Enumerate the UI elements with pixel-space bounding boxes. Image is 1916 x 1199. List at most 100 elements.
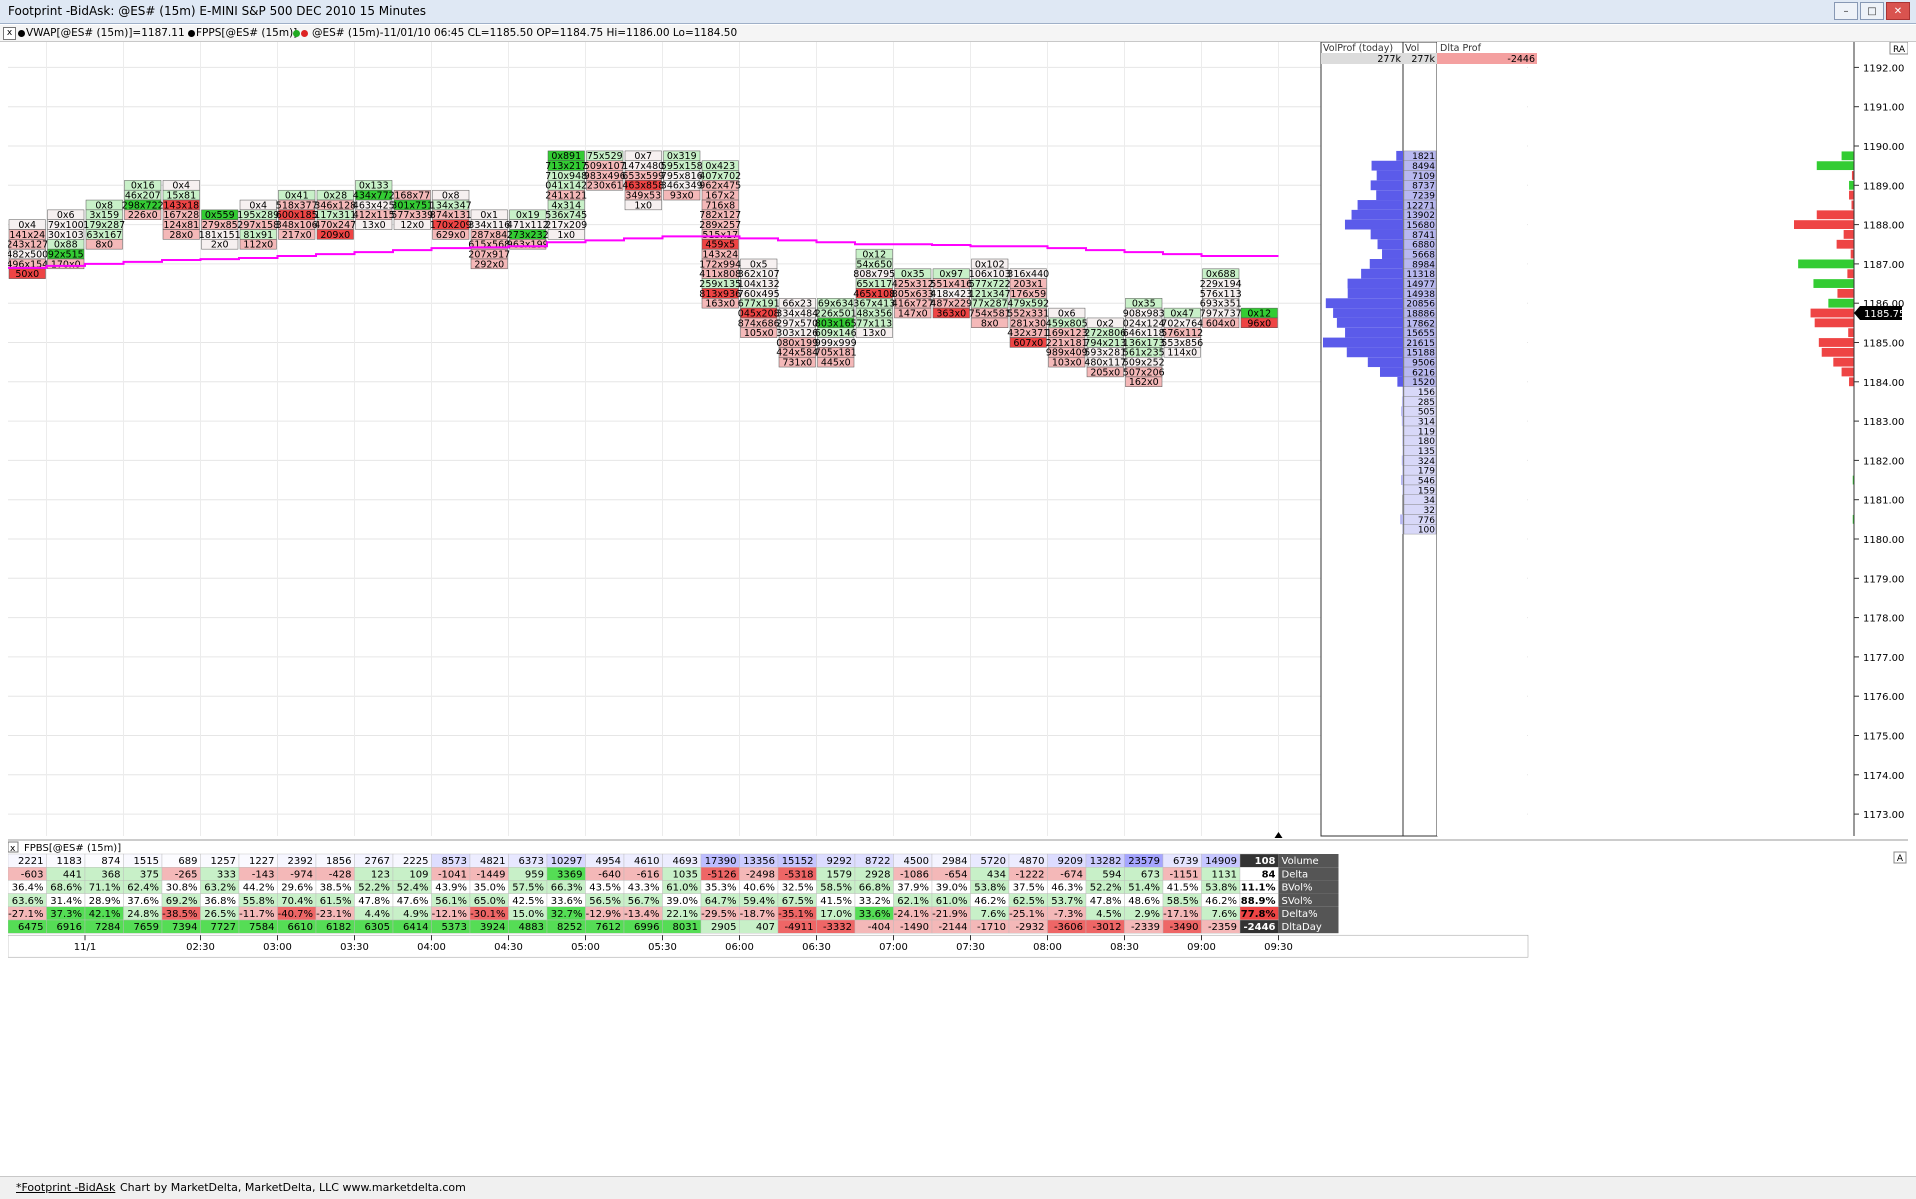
stat-cell-text: -5318 bbox=[784, 869, 813, 880]
volume-profile-bar bbox=[1323, 338, 1403, 348]
stat-cell-text: 56.1% bbox=[435, 896, 467, 907]
delta-profile-bar bbox=[1828, 299, 1854, 308]
volume-profile-bar bbox=[1352, 210, 1403, 220]
stat-cell-text: 65.0% bbox=[474, 896, 506, 907]
stat-cell-text: -674 bbox=[1060, 869, 1083, 880]
stat-cell-text: -1710 bbox=[977, 922, 1006, 933]
footprint-cell-text: 363x0 bbox=[936, 308, 966, 319]
footprint-cell-text: 28x0 bbox=[169, 230, 193, 241]
delta-profile-bar bbox=[1837, 240, 1854, 249]
footprint-chart-svg: 0x4141x24243x127482x500496x15450x00x679x… bbox=[8, 42, 1908, 1027]
footprint-bar: 0x7147x480653x599463x858349x531x0 bbox=[622, 151, 664, 211]
stat-row-label: DltaDay bbox=[1282, 922, 1322, 933]
stat-cell-text: 37.9% bbox=[897, 883, 929, 894]
footprint-bar: 0x102106x103577x722121x34777x287754x5818… bbox=[969, 259, 1011, 329]
volume-profile-bar bbox=[1370, 259, 1403, 269]
stat-cell-text: 108 bbox=[1255, 856, 1276, 867]
stat-cell-text: 53.8% bbox=[974, 883, 1006, 894]
footprint-bar: 316x440203x1176x59479x592552x331281x3043… bbox=[1007, 269, 1049, 349]
stat-cell-text: 30.8% bbox=[166, 883, 198, 894]
stat-cell-text: 594 bbox=[1102, 869, 1121, 880]
delta-profile-bar bbox=[1844, 230, 1854, 239]
stat-cell-text: 24.8% bbox=[127, 909, 159, 920]
volume-profile-bar bbox=[1402, 436, 1403, 446]
minimize-button[interactable]: – bbox=[1834, 2, 1858, 20]
stat-cell-text: 33.6% bbox=[859, 909, 891, 920]
price-label: 1183.00 bbox=[1863, 417, 1904, 428]
volume-profile-bar bbox=[1345, 220, 1403, 230]
footprint-cell-text: 1x0 bbox=[634, 200, 652, 211]
footprint-cell-text: 205x0 bbox=[1090, 367, 1120, 378]
lower-panel-label: FPBS[@ES# (15m)] bbox=[24, 843, 121, 854]
stat-cell-text: 61.5% bbox=[320, 896, 352, 907]
price-label: 1173.00 bbox=[1863, 810, 1904, 821]
footprint-cell-text: 93x0 bbox=[670, 191, 694, 202]
time-label: 06:00 bbox=[725, 942, 754, 953]
volume-profile-bar bbox=[1401, 475, 1403, 485]
footprint-chart[interactable]: 0x4141x24243x127482x500496x15450x00x679x… bbox=[8, 42, 1908, 1027]
stat-cell-text: 673 bbox=[1141, 869, 1160, 880]
price-label: 1180.00 bbox=[1863, 535, 1904, 546]
window-titlebar: Footprint -BidAsk: @ES# (15m) E-MINI S&P… bbox=[0, 0, 1916, 24]
stat-cell-text: 8722 bbox=[865, 856, 890, 867]
stat-cell-text: 7727 bbox=[211, 922, 236, 933]
stat-cell-text: -640 bbox=[598, 869, 621, 880]
stat-cell-text: -5126 bbox=[707, 869, 736, 880]
volume-profile-bar bbox=[1378, 239, 1403, 249]
stat-cell-text: 368 bbox=[101, 869, 120, 880]
vwap-label[interactable]: VWAP[@ES# (15m)]=1187.11 bbox=[26, 27, 185, 39]
delta-profile-bar bbox=[1822, 348, 1854, 357]
stat-cell-text: 46.2% bbox=[974, 896, 1006, 907]
footprint-bar: 0x415x81143x18167x28124x8128x0 bbox=[163, 180, 200, 240]
time-label: 07:00 bbox=[879, 942, 908, 953]
stat-cell-text: -2498 bbox=[746, 869, 775, 880]
fpps-label[interactable]: FPPS[@ES# (15m)] bbox=[196, 27, 297, 39]
footprint-cell-text: 226x0 bbox=[128, 210, 158, 221]
time-label: 07:30 bbox=[956, 942, 985, 953]
stat-cell-text: 37.3% bbox=[50, 909, 82, 920]
footprint-cell-text: 445x0 bbox=[821, 358, 851, 369]
stat-cell-text: 55.8% bbox=[243, 896, 275, 907]
stat-cell-text: 47.8% bbox=[1090, 896, 1122, 907]
stat-cell-text: 2767 bbox=[365, 856, 390, 867]
stat-cell-text: 375 bbox=[140, 869, 159, 880]
stat-cell-text: 6739 bbox=[1173, 856, 1198, 867]
footprint-bar: 0x688229x194576x113693x351797x737604x0 bbox=[1200, 269, 1242, 329]
stat-cell-text: 13356 bbox=[743, 856, 775, 867]
time-label: 04:00 bbox=[417, 942, 446, 953]
stat-cell-text: 28.9% bbox=[89, 896, 121, 907]
footprint-cell-text: 629x0 bbox=[436, 230, 466, 241]
stat-cell-text: 1257 bbox=[211, 856, 236, 867]
stat-cell-text: 32.7% bbox=[551, 909, 583, 920]
stat-cell-text: 62.5% bbox=[1013, 896, 1045, 907]
stat-cell-text: 63.2% bbox=[204, 883, 236, 894]
footprint-bar: 0x35908x983024x124646x118136x173561x2355… bbox=[1123, 298, 1165, 388]
stat-cell-text: 6996 bbox=[634, 922, 659, 933]
stat-cell-text: 46.2% bbox=[1205, 896, 1237, 907]
volume-profile-bar bbox=[1333, 308, 1403, 318]
close-button[interactable]: ✕ bbox=[1886, 2, 1910, 20]
footprint-bar: 0x8134x347874x131170x209629x0 bbox=[430, 190, 472, 241]
stat-cell-text: 1035 bbox=[673, 869, 698, 880]
footprint-bar: 66x23334x484297x570303x126080x199424x584… bbox=[776, 298, 818, 368]
delta-profile-bar bbox=[1817, 210, 1854, 219]
stat-cell-text: 2392 bbox=[288, 856, 313, 867]
stat-cell-text: 6305 bbox=[365, 922, 390, 933]
stat-cell-text: -12.9% bbox=[586, 909, 621, 920]
stat-cell-text: -4911 bbox=[784, 922, 813, 933]
maximize-button[interactable]: □ bbox=[1860, 2, 1884, 20]
price-label: 1179.00 bbox=[1863, 574, 1904, 585]
footprint-bar: 0x1646x207298x722226x0 bbox=[122, 180, 164, 221]
stat-cell-text: 4610 bbox=[634, 856, 659, 867]
close-study-icon[interactable]: x bbox=[3, 27, 16, 40]
close-icon: ✕ bbox=[1894, 6, 1902, 17]
stat-cell-text: 53.8% bbox=[1205, 883, 1237, 894]
stat-cell-text: 1183 bbox=[57, 856, 82, 867]
stat-cell-text: 32.5% bbox=[782, 883, 814, 894]
stat-cell-text: 61.0% bbox=[666, 883, 698, 894]
ra-label: RA bbox=[1893, 45, 1906, 55]
delta-profile-bar bbox=[1794, 220, 1854, 229]
footprint-tab[interactable]: *Footprint -BidAsk bbox=[16, 1181, 115, 1194]
stat-cell-text: 88.9% bbox=[1241, 896, 1276, 907]
stat-cell-text: -38.5% bbox=[162, 909, 197, 920]
